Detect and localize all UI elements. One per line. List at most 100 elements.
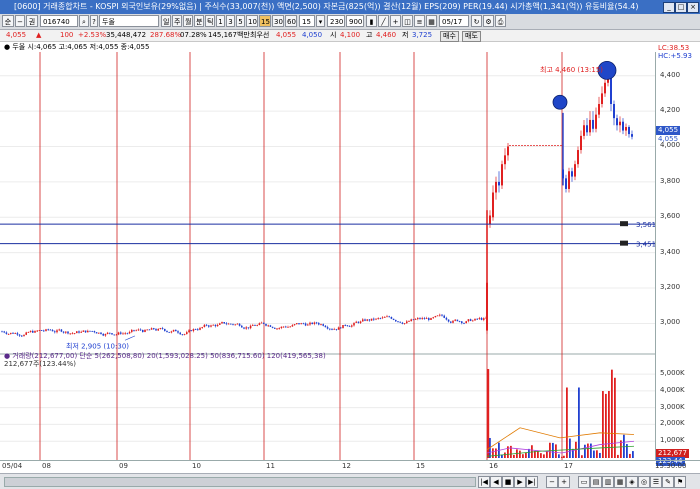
close-button[interactable]: × [687,2,699,13]
candle [177,331,179,333]
candle [410,319,412,322]
toolbar-btn-q[interactable]: ? [90,15,98,27]
search-icon[interactable]: ⌕ [79,15,89,27]
tab-30[interactable]: 30 [272,15,284,27]
volume-bar [487,369,490,458]
chart-scrollbar[interactable]: |◀ ◀ ■ ▶ ▶| − + ▭ ▤ ▥ ▦ ◈ ◎ ☰ ✎ ⚑ [0,473,700,489]
tab-daily[interactable]: 일 [161,15,171,27]
print-icon[interactable]: ⎙ [495,15,506,27]
candle [157,329,159,331]
candle [172,329,175,332]
stock-code-input[interactable]: 016740 [40,15,78,27]
candle [326,327,329,329]
candle [181,334,184,336]
tab-15[interactable]: 15 [259,15,271,27]
volume-bar [495,448,497,458]
candle [351,325,353,327]
scroll-stop-button[interactable]: ■ [502,476,514,488]
maximize-button[interactable]: □ [675,2,687,13]
chart-type-icon[interactable]: ▮ [366,15,377,27]
buy-button[interactable]: 매수 [440,31,459,42]
count-input[interactable]: 230 [327,15,345,27]
tab-monthly[interactable]: 월 [183,15,193,27]
tab-weekly[interactable]: 주 [172,15,182,27]
candle [419,318,421,319]
candle [458,321,461,322]
volume-bar [581,455,583,458]
candle [245,327,247,329]
view-icon-8[interactable]: ✎ [662,476,674,488]
minimize-button[interactable]: _ [663,2,675,13]
tab-tick[interactable]: 틱 [205,15,215,27]
refresh-icon[interactable]: ↻ [471,15,482,27]
view-icon-1[interactable]: ▭ [578,476,590,488]
low-price: 3,725 [412,31,433,39]
volume-bar [611,369,613,458]
candle [613,104,615,119]
zoom-icon[interactable]: ◫ [402,15,413,27]
candle [280,326,283,329]
volume-bar [558,454,560,458]
calendar-icon[interactable]: ▦ [426,15,437,27]
toolbar-btn-right[interactable]: 권 [26,15,38,27]
view-icon-9[interactable]: ⚑ [674,476,686,488]
candle [230,323,232,325]
candle [120,332,122,334]
chevron-down-icon[interactable]: ▾ [316,15,325,27]
tab-1[interactable]: 1 [216,15,225,27]
candle [452,320,454,323]
tab-60[interactable]: 60 [285,15,297,27]
tab-3[interactable]: 3 [226,15,235,27]
current-price-flag: 4,055 [656,126,681,135]
volume-bar [569,438,571,458]
zoom-in-icon[interactable]: + [558,476,570,488]
candle [353,322,355,326]
candle [421,318,423,319]
candle [571,171,573,177]
candle [43,330,45,332]
candle [201,327,203,328]
candle [45,329,47,332]
period-input[interactable]: 15 [299,15,315,27]
sell-button[interactable]: 매도 [462,31,481,42]
candle [260,322,263,324]
candle [291,325,294,327]
scroll-next-button[interactable]: ▶ [514,476,526,488]
volume-bar [561,456,563,458]
candle [483,318,485,320]
crosshair-icon[interactable]: + [390,15,401,27]
stock-name-field[interactable]: 두올 [99,15,159,27]
candle [329,328,331,330]
chart-canvas[interactable]: 3,561 3,451 최고 4,460 (13:15) 최저 2,905 (10:3… [0,52,655,460]
line-tool-icon[interactable]: ╱ [378,15,389,27]
tab-minute[interactable]: 분 [194,15,204,27]
scroll-first-button[interactable]: |◀ [478,476,490,488]
date-input[interactable]: 05/17 [439,15,469,27]
candle [337,327,340,330]
indicator-icon[interactable]: ≡ [414,15,425,27]
settings-icon[interactable]: ⚙ [483,15,494,27]
view-icon-4[interactable]: ▦ [614,476,626,488]
candle [7,333,10,335]
toolbar-btn-minus[interactable]: − [15,15,25,27]
toolbar-btn-order[interactable]: 순 [2,15,14,27]
view-icon-2[interactable]: ▤ [590,476,602,488]
view-icon-7[interactable]: ☰ [650,476,662,488]
view-icon-6[interactable]: ◎ [638,476,650,488]
view-icon-3[interactable]: ▥ [602,476,614,488]
tab-10[interactable]: 10 [246,15,258,27]
candle [23,334,25,337]
volume-bar [540,453,542,458]
tab-5[interactable]: 5 [236,15,245,27]
zoom-out-icon[interactable]: − [546,476,558,488]
scroll-prev-button[interactable]: ◀ [490,476,502,488]
candle [408,321,410,322]
count2-input[interactable]: 900 [346,15,364,27]
candle [434,316,437,318]
candle [179,332,181,335]
candle [417,318,419,320]
scroll-track[interactable] [4,477,476,487]
view-icon-5[interactable]: ◈ [626,476,638,488]
scroll-last-button[interactable]: ▶| [526,476,538,488]
candle [113,334,115,336]
